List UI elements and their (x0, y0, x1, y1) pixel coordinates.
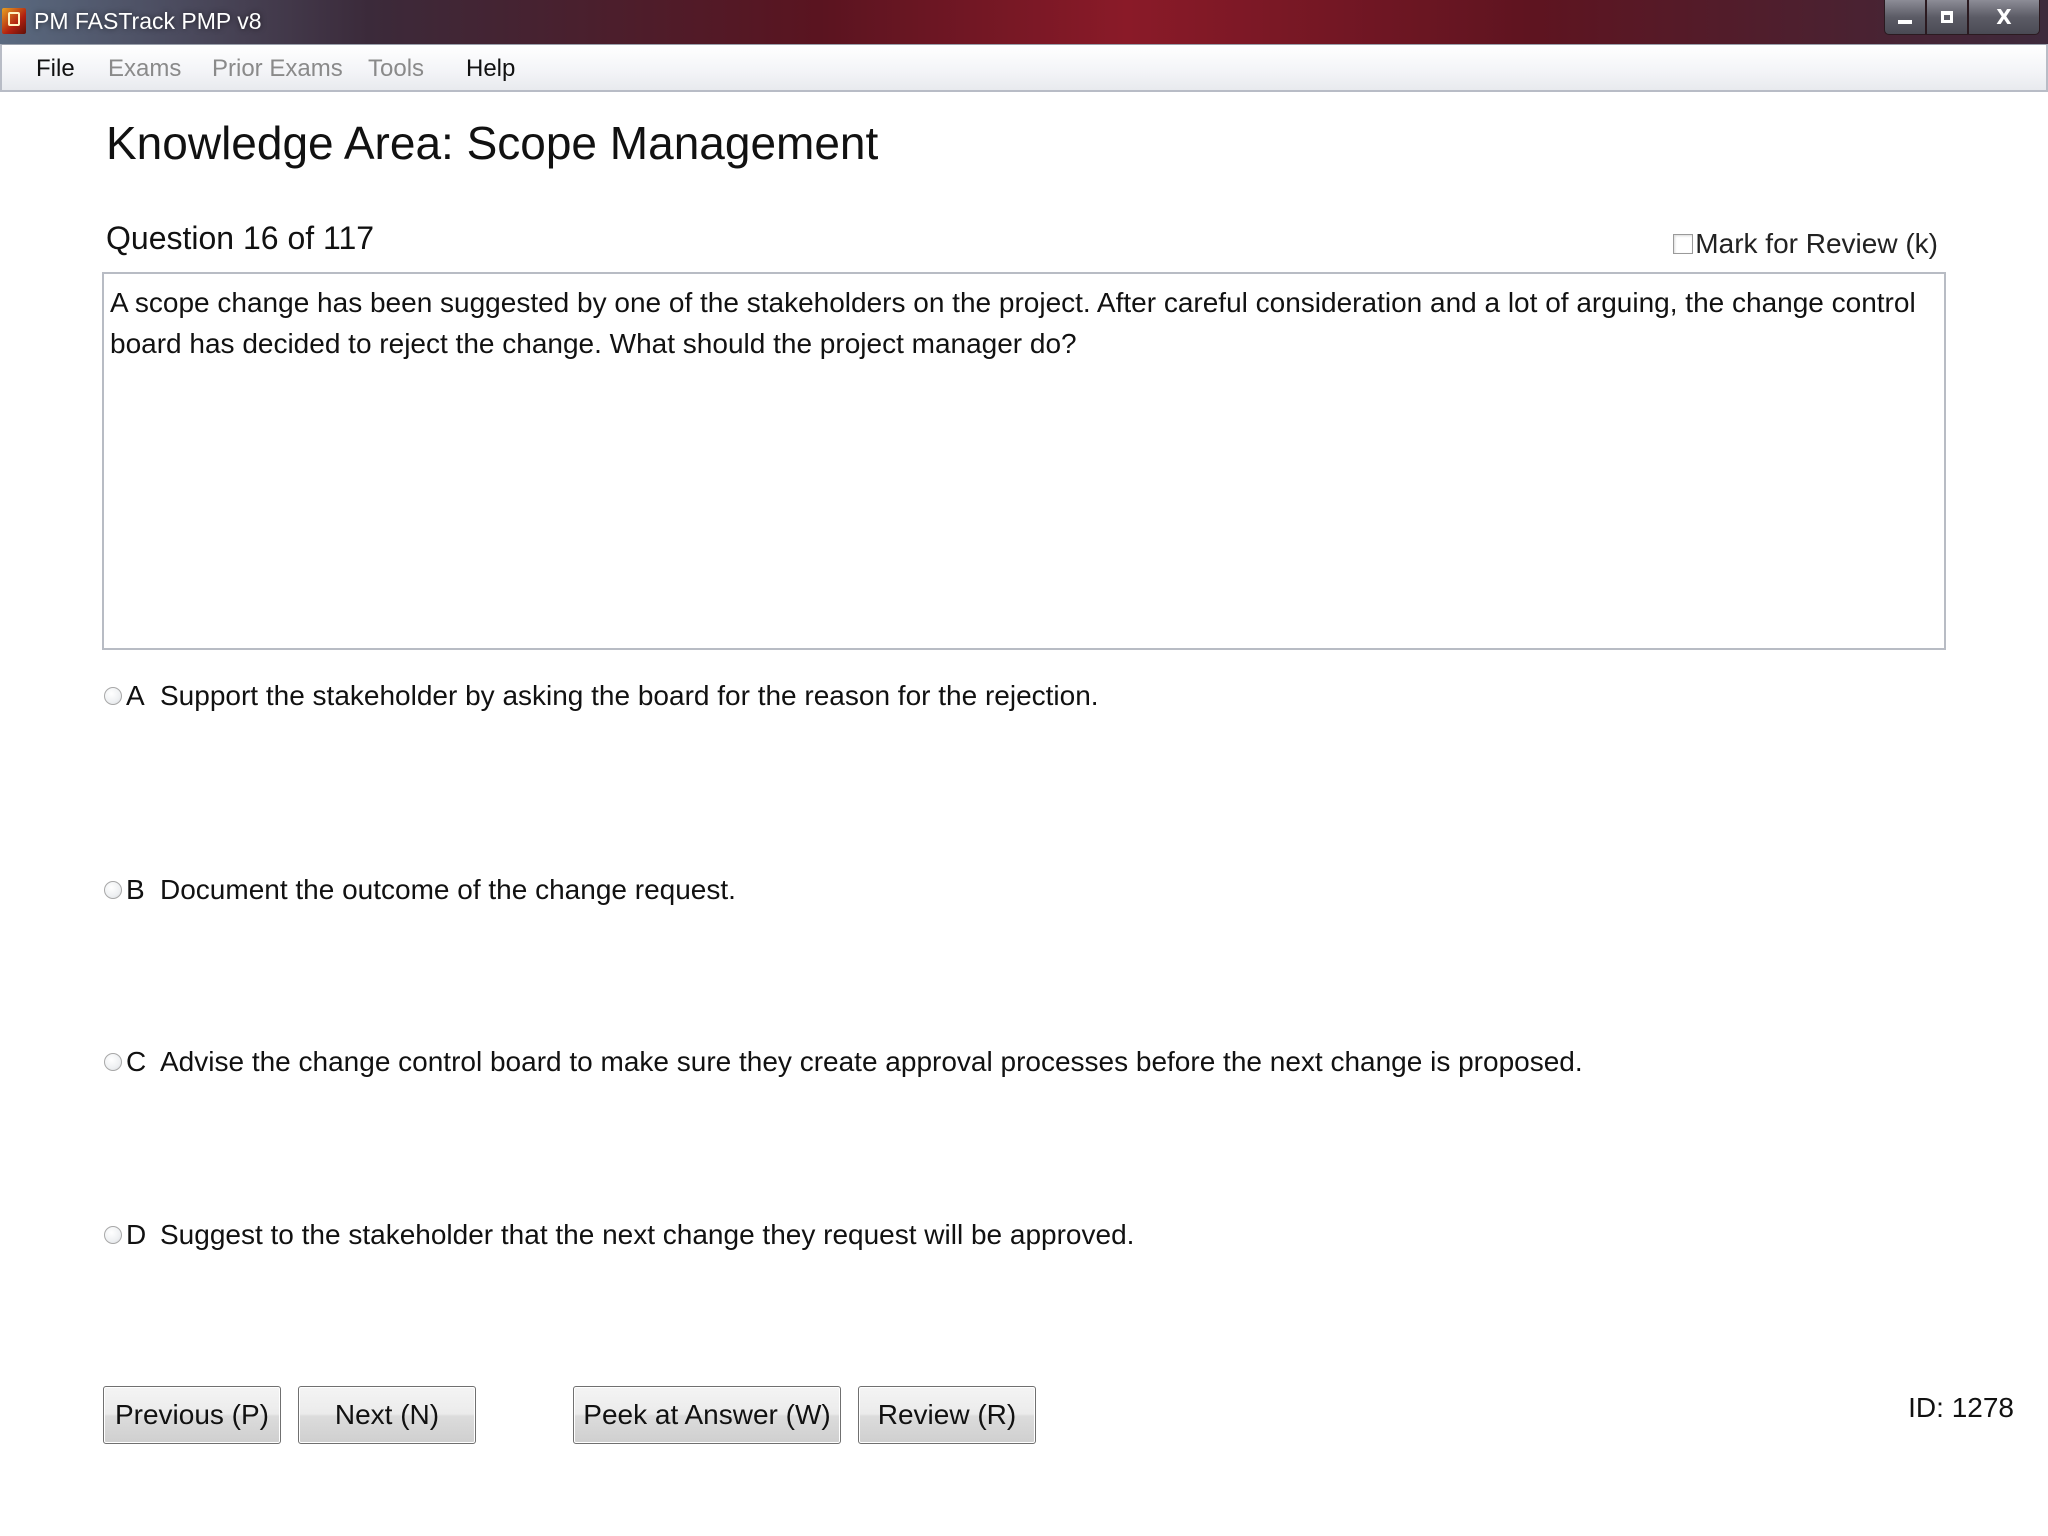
question-counter: Question 16 of 117 (106, 220, 375, 256)
close-button[interactable]: X (1968, 0, 2040, 35)
question-text: A scope change has been suggested by one… (110, 287, 1916, 359)
menu-file[interactable]: File (36, 55, 75, 83)
mark-for-review[interactable]: Mark for Review (k) (1673, 228, 1938, 260)
next-button[interactable]: Next (N) (298, 1386, 476, 1444)
option-text: Support the stakeholder by asking the bo… (160, 680, 1099, 711)
knowledge-area-title: Knowledge Area: Scope Management (106, 117, 879, 169)
option-text: Suggest to the stakeholder that the next… (160, 1219, 1135, 1250)
title-bar: PM FASTrack PMP v8 X (0, 0, 2048, 44)
question-id: ID: 1278 (1908, 1392, 2014, 1423)
answer-option-a[interactable]: A Support the stakeholder by asking the … (104, 680, 1099, 712)
menu-prior-exams[interactable]: Prior Exams (212, 55, 343, 83)
window-controls: X (1884, 0, 2040, 35)
option-letter: A (126, 680, 145, 711)
mark-for-review-checkbox[interactable] (1673, 234, 1694, 254)
answer-option-b[interactable]: B Document the outcome of the change req… (104, 874, 736, 906)
menu-help[interactable]: Help (466, 55, 515, 83)
option-letter: D (126, 1219, 147, 1250)
review-button[interactable]: Review (R) (858, 1386, 1036, 1444)
radio-button[interactable] (104, 881, 122, 899)
option-letter: C (126, 1046, 147, 1077)
maximize-icon (1941, 11, 1953, 23)
answer-option-c[interactable]: C Advise the change control board to mak… (104, 1046, 1583, 1078)
radio-button[interactable] (104, 1053, 122, 1071)
answer-option-d[interactable]: D Suggest to the stakeholder that the ne… (104, 1219, 1134, 1251)
previous-button[interactable]: Previous (P) (103, 1386, 281, 1444)
minimize-button[interactable] (1884, 0, 1926, 35)
radio-button[interactable] (104, 1226, 122, 1244)
app-icon (2, 8, 26, 34)
radio-button[interactable] (104, 687, 122, 705)
menu-bar: File Exams Prior Exams Tools Help (0, 44, 2048, 92)
option-letter: B (126, 874, 145, 905)
close-icon: X (1996, 5, 2012, 29)
menu-exams[interactable]: Exams (108, 55, 181, 83)
peek-at-answer-button[interactable]: Peek at Answer (W) (573, 1386, 841, 1444)
minimize-icon (1898, 20, 1912, 24)
window-title: PM FASTrack PMP v8 (34, 8, 262, 34)
option-text: Advise the change control board to make … (160, 1046, 1583, 1077)
option-text: Document the outcome of the change reque… (160, 874, 736, 905)
menu-tools[interactable]: Tools (368, 55, 424, 83)
question-box: A scope change has been suggested by one… (102, 272, 1946, 650)
maximize-button[interactable] (1926, 0, 1968, 35)
mark-for-review-label: Mark for Review (k) (1695, 228, 1938, 259)
